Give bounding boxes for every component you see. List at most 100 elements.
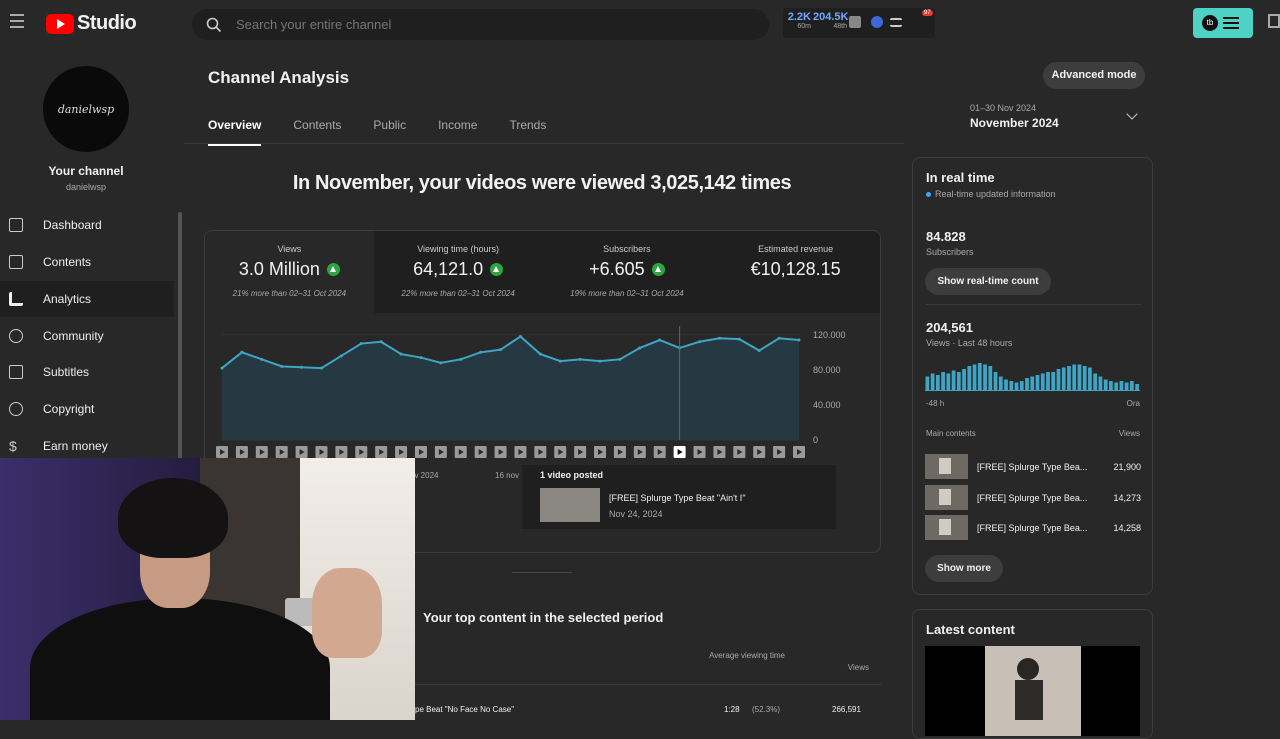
realtime-bar[interactable] — [1072, 364, 1077, 391]
tab-income[interactable]: Income — [438, 118, 477, 146]
views-point[interactable] — [419, 356, 423, 360]
realtime-bar[interactable] — [1067, 366, 1071, 390]
views-point[interactable] — [240, 350, 244, 354]
views-point[interactable] — [598, 359, 602, 363]
realtime-bar[interactable] — [1109, 381, 1113, 390]
metric-viewing-time[interactable]: Viewing time (hours) 64,121.0 22% more t… — [373, 231, 543, 313]
realtime-bar[interactable] — [1077, 364, 1082, 391]
chevron-down-icon[interactable] — [1126, 108, 1138, 120]
views-point[interactable] — [280, 364, 284, 368]
realtime-bar[interactable] — [1046, 372, 1050, 390]
account-icon[interactable] — [1268, 14, 1280, 28]
realtime-bar[interactable] — [1025, 378, 1029, 390]
views-point[interactable] — [339, 354, 343, 358]
views-point[interactable] — [658, 338, 662, 342]
realtime-bar[interactable] — [1056, 369, 1061, 390]
sidebar-scrollbar[interactable] — [178, 212, 182, 462]
date-range[interactable]: 01–30 Nov 2024 — [970, 103, 1036, 113]
realtime-bar[interactable] — [962, 369, 966, 390]
realtime-bar[interactable] — [983, 364, 987, 391]
list-mini-icon[interactable] — [890, 18, 902, 27]
show-realtime-count-button[interactable]: Show real-time count — [925, 268, 1051, 295]
views-point[interactable] — [777, 336, 781, 340]
views-point[interactable] — [717, 336, 721, 340]
views-chart[interactable]: 120.000 80.000 40.000 0 — [205, 326, 881, 466]
menu-icon[interactable] — [10, 14, 24, 32]
views-point[interactable] — [260, 357, 264, 361]
realtime-bar[interactable] — [1082, 366, 1087, 390]
views-point[interactable] — [538, 352, 542, 356]
top-content-row-title[interactable]: pe Beat "No Face No Case" — [415, 705, 514, 714]
views-point[interactable] — [797, 338, 801, 342]
profile-mini-icon[interactable] — [871, 16, 883, 28]
realtime-bar[interactable] — [925, 376, 930, 391]
realtime-bar[interactable] — [946, 373, 951, 391]
realtime-bar[interactable] — [1035, 375, 1040, 390]
realtime-bar[interactable] — [1098, 376, 1103, 391]
sidebar-item-contents[interactable]: Contents — [0, 244, 174, 280]
studio-logo[interactable]: Studio — [46, 12, 137, 35]
realtime-bar[interactable] — [998, 376, 1003, 391]
main-content-row[interactable]: [FREE] Splurge Type Bea... 21,900 — [925, 454, 1141, 480]
views-point[interactable] — [359, 342, 363, 346]
realtime-bar[interactable] — [1040, 373, 1045, 391]
tab-public[interactable]: Public — [373, 118, 406, 146]
metric-views[interactable]: Views 3.0 Million 21% more than 02–31 Oc… — [205, 231, 374, 313]
realtime-bar[interactable] — [956, 372, 961, 390]
realtime-bar[interactable] — [1103, 379, 1108, 391]
views-point[interactable] — [379, 340, 383, 344]
realtime-bar[interactable] — [930, 373, 935, 391]
realtime-bar[interactable] — [1019, 381, 1024, 390]
tab-contents[interactable]: Contents — [293, 118, 341, 146]
views-point[interactable] — [558, 359, 562, 363]
realtime-bar[interactable] — [988, 366, 993, 390]
realtime-bar[interactable] — [972, 364, 977, 391]
show-more-button[interactable]: Show more — [925, 555, 1003, 582]
chart-mini-icon[interactable] — [849, 16, 861, 28]
views-point[interactable] — [618, 357, 622, 361]
views-point[interactable] — [399, 352, 403, 356]
realtime-bar[interactable] — [1135, 384, 1139, 390]
sidebar-item-dashboard[interactable]: Dashboard — [0, 207, 174, 243]
views-point[interactable] — [459, 357, 463, 361]
realtime-bar[interactable] — [1088, 367, 1092, 391]
realtime-bar[interactable] — [1014, 382, 1019, 391]
stats-widget[interactable]: 2.2K 60m 204.5K 48th 97 — [783, 8, 935, 38]
tooltip-video-title[interactable]: [FREE] Splurge Type Beat "Ain't I" — [609, 493, 746, 503]
realtime-bar[interactable] — [977, 363, 982, 390]
views-point[interactable] — [479, 350, 483, 354]
tab-overview[interactable]: Overview — [208, 118, 262, 146]
realtime-bar[interactable] — [935, 375, 940, 390]
video-thumbnail[interactable] — [540, 488, 600, 522]
views-point[interactable] — [737, 337, 741, 341]
realtime-bar[interactable] — [1004, 379, 1008, 391]
bell-icon[interactable]: 97 — [916, 10, 933, 28]
views-point[interactable] — [220, 366, 224, 370]
metric-subscribers[interactable]: Subscribers +6.605 19% more than 02–31 O… — [542, 231, 712, 313]
realtime-bar[interactable] — [941, 372, 945, 390]
views-point[interactable] — [518, 335, 522, 339]
metric-revenue[interactable]: Estimated revenue €10,128.15 — [711, 231, 880, 313]
realtime-bar[interactable] — [1114, 382, 1119, 391]
search-bar[interactable] — [192, 9, 769, 40]
views-point[interactable] — [698, 340, 702, 344]
main-content-row[interactable]: [FREE] Splurge Type Bea... 14,273 — [925, 485, 1141, 511]
views-point[interactable] — [439, 361, 443, 365]
views-point[interactable] — [319, 366, 323, 370]
sidebar-item-analytics[interactable]: Analytics — [0, 281, 174, 317]
main-content-row[interactable]: [FREE] Splurge Type Bea... 14,258 — [925, 515, 1141, 541]
col-views[interactable]: Views — [820, 663, 869, 672]
views-point[interactable] — [300, 365, 304, 369]
advanced-mode-button[interactable]: Advanced mode — [1043, 62, 1145, 89]
views-point[interactable] — [499, 348, 503, 352]
realtime-bar[interactable] — [967, 366, 972, 390]
realtime-bar[interactable] — [1124, 382, 1129, 391]
views-point[interactable] — [757, 349, 761, 353]
latest-content-thumbnail[interactable] — [925, 646, 1140, 736]
sidebar-item-copyright[interactable]: Copyright — [0, 391, 174, 427]
realtime-bar[interactable] — [993, 372, 998, 390]
views-point[interactable] — [578, 357, 582, 361]
realtime-bar[interactable] — [951, 370, 956, 391]
date-selector-label[interactable]: November 2024 — [970, 116, 1059, 130]
sidebar-item-community[interactable]: Community — [0, 318, 174, 354]
